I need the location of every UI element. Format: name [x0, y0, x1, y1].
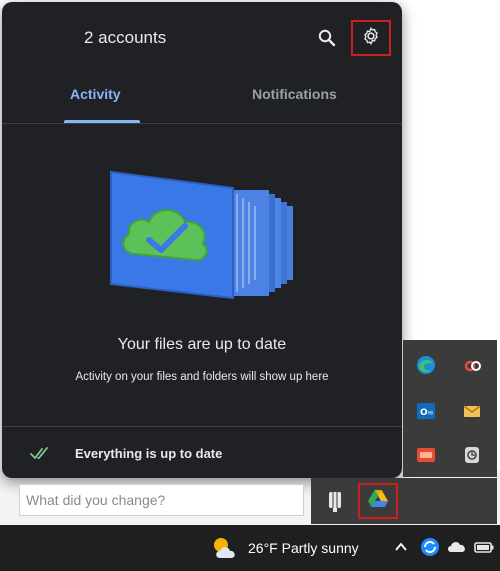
tab-activity[interactable]: Activity: [70, 86, 121, 102]
battery-icon[interactable]: [473, 536, 495, 558]
status-title: Your files are up to date: [117, 336, 287, 353]
settings-button[interactable]: [351, 20, 391, 56]
search-icon[interactable]: [317, 28, 337, 48]
partly-sunny-icon[interactable]: [210, 534, 240, 562]
backup-icon[interactable]: [461, 444, 483, 466]
svg-text:≡: ≡: [427, 408, 434, 417]
files-up-to-date-illustration: [105, 166, 305, 306]
sync-status-text: Everything is up to date: [75, 446, 223, 461]
google-drive-tray-button[interactable]: [358, 483, 398, 519]
weather-text[interactable]: 26°F Partly sunny: [248, 540, 359, 556]
sync-app-icon[interactable]: [419, 536, 441, 558]
tray-lower-row: [311, 478, 497, 524]
tab-notifications[interactable]: Notifications: [252, 86, 337, 102]
panel-header: 2 accounts: [2, 2, 402, 78]
onedrive-icon[interactable]: [446, 536, 468, 558]
mail-icon[interactable]: [461, 400, 483, 422]
edge-icon[interactable]: [415, 354, 437, 376]
pen-icon[interactable]: [325, 489, 345, 513]
drive-panel: 2 accounts Activity Notifications Your f…: [2, 2, 402, 478]
double-check-icon: [30, 445, 52, 461]
tab-bar: Activity Notifications: [2, 78, 402, 124]
snip-tool-icon[interactable]: [461, 354, 483, 376]
outlook-icon[interactable]: O ≡: [415, 400, 437, 422]
taskbar: 26°F Partly sunny: [0, 525, 500, 571]
show-hidden-icons-chevron-icon[interactable]: [393, 539, 409, 555]
active-tab-indicator: [64, 120, 140, 123]
google-drive-icon: [367, 489, 389, 514]
accounts-label[interactable]: 2 accounts: [84, 28, 166, 48]
status-subtitle: Activity on your files and folders will …: [75, 371, 329, 383]
app-tray-icon[interactable]: [415, 444, 437, 466]
tray-overflow-flyout: O ≡: [403, 340, 497, 477]
what-did-you-change-input[interactable]: [19, 484, 304, 516]
sync-status-footer: Everything is up to date: [2, 426, 402, 478]
gear-icon: [361, 26, 381, 51]
